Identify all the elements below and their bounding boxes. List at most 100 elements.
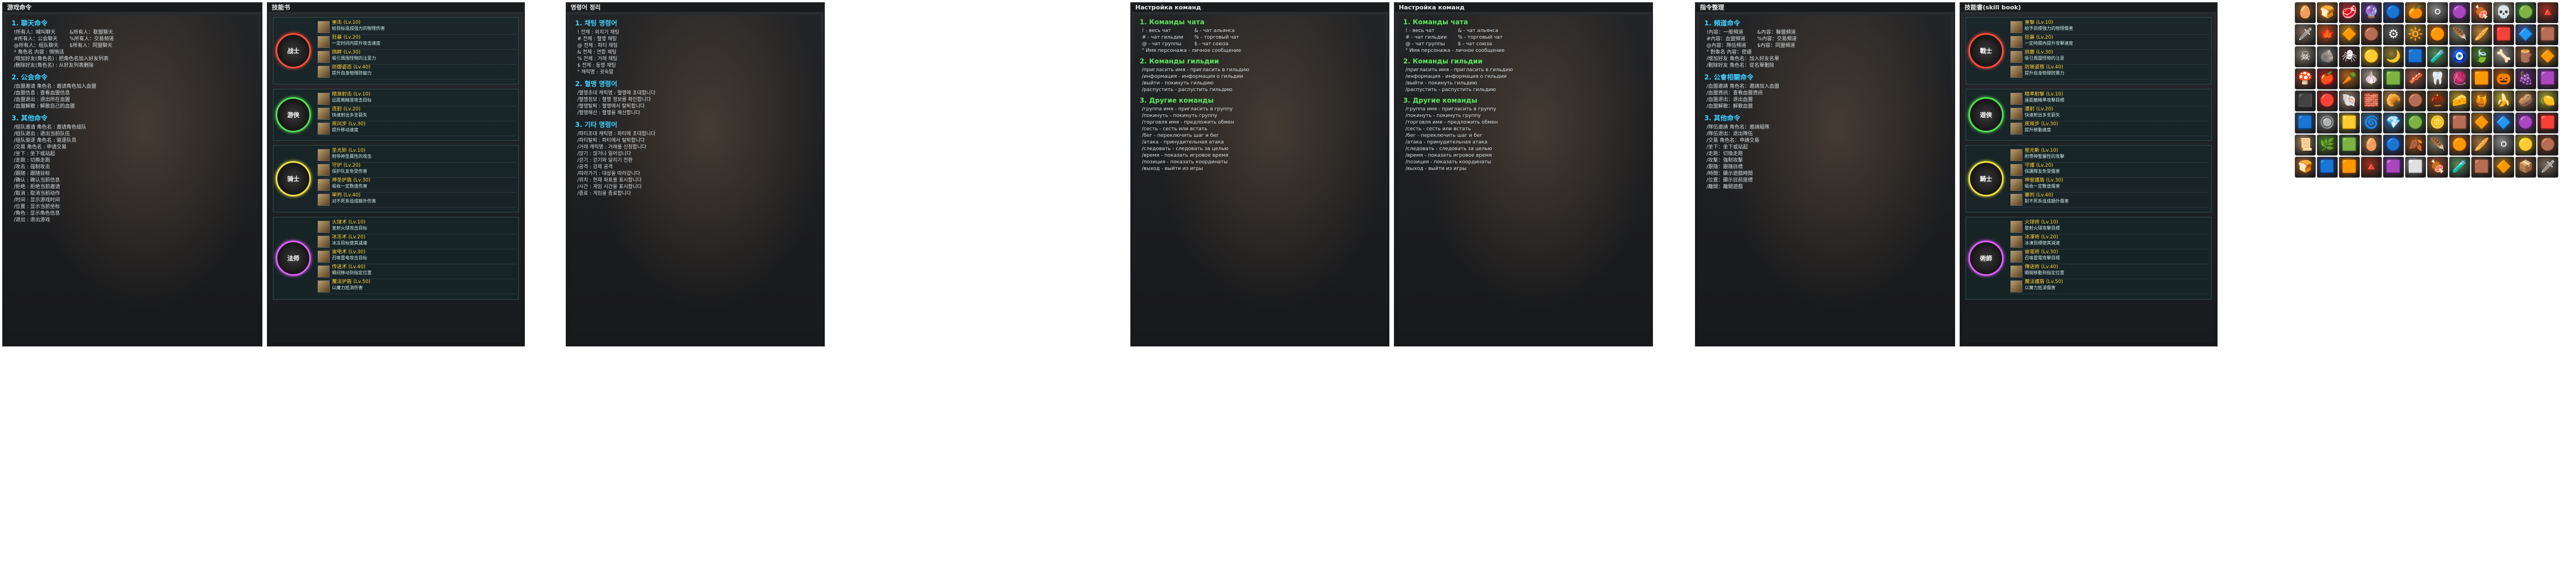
inventory-item-icon[interactable]: 🧪 <box>2427 46 2448 67</box>
inventory-item-icon[interactable]: ☠ <box>2295 46 2316 67</box>
inventory-item-icon[interactable]: 🍖 <box>2427 157 2448 178</box>
inventory-item-icon[interactable]: 🧪 <box>2449 157 2470 178</box>
inventory-item-icon[interactable]: 🟪 <box>2383 157 2404 178</box>
inventory-item-icon[interactable]: 🟤 <box>2405 90 2426 111</box>
inventory-item-icon[interactable]: 🍁 <box>2317 24 2338 45</box>
inventory-item-icon[interactable]: 🔶 <box>2493 157 2514 178</box>
inventory-item-icon[interactable]: 🟡 <box>2361 46 2382 67</box>
inventory-item-icon[interactable]: 💀 <box>2493 2 2514 23</box>
inventory-item-icon[interactable]: 💎 <box>2383 113 2404 134</box>
inventory-item-icon[interactable]: 🧱 <box>2361 90 2382 111</box>
inventory-item-icon[interactable]: 📜 <box>2295 135 2316 156</box>
inventory-item-icon[interactable]: 🪙 <box>2427 113 2448 134</box>
inventory-item-icon[interactable]: 🟫 <box>2449 113 2470 134</box>
inventory-item-icon[interactable]: 🧄 <box>2361 68 2382 89</box>
skill-row[interactable]: 防禦姿態 (Lv.40) 提升自身物理防禦力 <box>2010 65 2209 79</box>
skill-row[interactable]: 魔法護盾 (Lv.50) 以魔力抵消傷害 <box>2010 279 2209 294</box>
inventory-item-icon[interactable]: 🟩 <box>2383 68 2404 89</box>
inventory-item-icon[interactable]: 🟧 <box>2339 157 2360 178</box>
inventory-item-icon[interactable]: 🕷 <box>2339 46 2360 67</box>
inventory-item-icon[interactable]: 🔵 <box>2383 135 2404 156</box>
skill-row[interactable]: 挑釁 (Lv.30) 吸引周圍怪物的注意 <box>2010 50 2209 65</box>
skill-row[interactable]: 火球術 (Lv.10) 發射火球攻擊目標 <box>2010 220 2209 234</box>
inventory-item-icon[interactable]: ⚪ <box>2493 135 2514 156</box>
inventory-item-icon[interactable]: 🟫 <box>2471 157 2492 178</box>
skill-row[interactable]: 精准射击 (Lv.10) 远距离精准攻击目标 <box>318 92 516 106</box>
inventory-item-icon[interactable]: 🔺 <box>2537 2 2558 23</box>
inventory-item-icon[interactable]: 🦴 <box>2493 46 2514 67</box>
inventory-item-icon[interactable]: 🌙 <box>2383 46 2404 67</box>
skill-row[interactable]: 雷電術 (Lv.30) 召喚雷電攻擊目標 <box>2010 249 2209 264</box>
inventory-item-icon[interactable]: 🍌 <box>2493 90 2514 111</box>
inventory-item-icon[interactable]: 🔷 <box>2515 24 2536 45</box>
inventory-item-icon[interactable]: 🗡 <box>2295 24 2316 45</box>
inventory-item-icon[interactable]: 🔷 <box>2493 113 2514 134</box>
inventory-item-icon[interactable]: 🥩 <box>2339 2 2360 23</box>
skill-row[interactable]: 防御姿态 (Lv.40) 提升自身物理防御力 <box>318 65 516 79</box>
inventory-item-icon[interactable]: 🍊 <box>2405 2 2426 23</box>
inventory-item-icon[interactable]: 🔵 <box>2383 2 2404 23</box>
skill-row[interactable]: 神圣护盾 (Lv.30) 吸收一定数值伤害 <box>318 178 516 193</box>
skill-row[interactable]: 狂暴 (Lv.20) 一定时间内提升攻击速度 <box>318 35 516 50</box>
inventory-item-icon[interactable]: ⬛ <box>2295 90 2316 111</box>
inventory-item-icon[interactable]: 🟧 <box>2471 68 2492 89</box>
skill-row[interactable]: 守護 (Lv.20) 保護隊友免受傷害 <box>2010 163 2209 178</box>
inventory-item-icon[interactable]: 🟦 <box>2295 113 2316 134</box>
inventory-item-icon[interactable]: 🍄 <box>2295 68 2316 89</box>
inventory-item-icon[interactable]: 🟠 <box>2449 135 2470 156</box>
inventory-item-icon[interactable]: 🟣 <box>2515 113 2536 134</box>
inventory-item-icon[interactable]: 🍎 <box>2317 68 2338 89</box>
inventory-item-icon[interactable]: 🪶 <box>2427 135 2448 156</box>
inventory-item-icon[interactable]: 🧿 <box>2449 46 2470 67</box>
inventory-item-icon[interactable]: 🟩 <box>2339 135 2360 156</box>
inventory-item-icon[interactable]: 🐚 <box>2339 90 2360 111</box>
skill-row[interactable]: 審判 (Lv.40) 對不死系造成額外傷害 <box>2010 193 2209 207</box>
inventory-item-icon[interactable]: 🪨 <box>2317 46 2338 67</box>
skill-row[interactable]: 冰冻术 (Lv.20) 冰冻目标使其减速 <box>318 234 516 249</box>
skill-row[interactable]: 重擊 (Lv.10) 給予目標強力的物理傷害 <box>2010 20 2209 35</box>
skill-row[interactable]: 审判 (Lv.40) 对不死系造成额外伤害 <box>318 193 516 207</box>
inventory-item-icon[interactable]: 🥚 <box>2361 135 2382 156</box>
skill-row[interactable]: 重击 (Lv.10) 给目标造成强力的物理伤害 <box>318 20 516 35</box>
inventory-item-icon[interactable]: 🪵 <box>2515 46 2536 67</box>
skill-row[interactable]: 冰凍術 (Lv.20) 冰凍目標使其減速 <box>2010 234 2209 249</box>
skill-row[interactable]: 傳送術 (Lv.40) 瞬間移動到指定位置 <box>2010 264 2209 279</box>
inventory-item-icon[interactable]: 🦷 <box>2427 68 2448 89</box>
skill-row[interactable]: 圣光斩 (Lv.10) 附带神圣属性的攻击 <box>318 148 516 163</box>
inventory-item-icon[interactable]: 🟫 <box>2537 24 2558 45</box>
inventory-item-icon[interactable]: 🟤 <box>2361 24 2382 45</box>
inventory-item-icon[interactable]: 🥖 <box>2471 24 2492 45</box>
inventory-item-icon[interactable]: 🟪 <box>2537 68 2558 89</box>
skill-row[interactable]: 传送术 (Lv.40) 瞬间移动到指定位置 <box>318 264 516 279</box>
inventory-item-icon[interactable]: 🍋 <box>2537 90 2558 111</box>
inventory-item-icon[interactable]: 🟠 <box>2427 24 2448 45</box>
skill-row[interactable]: 魔法护盾 (Lv.50) 以魔力抵消伤害 <box>318 279 516 294</box>
inventory-item-icon[interactable]: 🗡 <box>2537 157 2558 178</box>
inventory-item-icon[interactable]: 🟦 <box>2405 46 2426 67</box>
inventory-item-icon[interactable]: 🧶 <box>2449 68 2470 89</box>
inventory-item-icon[interactable]: 🥚 <box>2295 2 2316 23</box>
inventory-item-icon[interactable]: 🟥 <box>2493 24 2514 45</box>
inventory-item-icon[interactable]: 🥓 <box>2405 68 2426 89</box>
inventory-item-icon[interactable]: 🔆 <box>2405 24 2426 45</box>
inventory-item-icon[interactable]: 🍖 <box>2471 2 2492 23</box>
skill-row[interactable]: 疾風步 (Lv.30) 提升移動速度 <box>2010 121 2209 136</box>
inventory-item-icon[interactable]: 🔴 <box>2317 90 2338 111</box>
inventory-item-icon[interactable]: 🍯 <box>2471 90 2492 111</box>
inventory-item-icon[interactable]: 🍞 <box>2295 157 2316 178</box>
inventory-item-icon[interactable]: 🌰 <box>2427 90 2448 111</box>
skill-row[interactable]: 火球术 (Lv.10) 发射火球攻击目标 <box>318 220 516 234</box>
inventory-item-icon[interactable]: 🧀 <box>2449 90 2470 111</box>
skill-row[interactable]: 疾风步 (Lv.30) 提升移动速度 <box>318 121 516 136</box>
inventory-item-icon[interactable]: 🟢 <box>2515 2 2536 23</box>
inventory-item-icon[interactable]: 🥕 <box>2339 68 2360 89</box>
inventory-item-icon[interactable]: 🌿 <box>2317 135 2338 156</box>
inventory-item-icon[interactable]: 🍂 <box>2405 135 2426 156</box>
inventory-item-icon[interactable]: 🟨 <box>2339 113 2360 134</box>
inventory-item-icon[interactable]: 🍃 <box>2471 46 2492 67</box>
skill-row[interactable]: 連射 (Lv.20) 快速射出多支箭矢 <box>2010 106 2209 121</box>
inventory-item-icon[interactable]: 🟣 <box>2449 2 2470 23</box>
inventory-item-icon[interactable]: 🟡 <box>2515 135 2536 156</box>
inventory-item-icon[interactable]: ⬜ <box>2405 157 2426 178</box>
inventory-item-icon[interactable]: 🎃 <box>2493 68 2514 89</box>
